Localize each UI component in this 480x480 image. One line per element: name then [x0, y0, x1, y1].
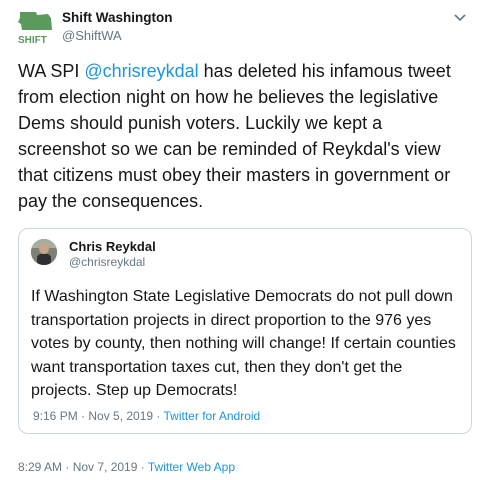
quoted-author-avatar[interactable] [31, 239, 57, 265]
quoted-source-link[interactable]: Twitter for Android [164, 409, 261, 423]
author-name[interactable]: Shift Washington [62, 10, 172, 25]
quoted-tweet-card[interactable]: Chris Reykdal @chrisreykdal If Washingto… [18, 228, 472, 434]
svg-text:SHIFT: SHIFT [18, 35, 47, 46]
chevron-down-icon [454, 14, 466, 22]
quoted-tweet-meta: 9:16 PM · Nov 5, 2019 · Twitter for Andr… [33, 409, 260, 423]
author-handle[interactable]: @ShiftWA [62, 28, 122, 43]
quoted-timestamp: 9:16 PM · Nov 5, 2019 · [33, 409, 164, 423]
quoted-tweet-text: If Washington State Legislative Democrat… [31, 288, 456, 399]
tweet-timestamp[interactable]: 8:29 AM · Nov 7, 2019 · [18, 460, 148, 474]
quoted-author-handle: @chrisreykdal [69, 255, 146, 269]
quoted-author-name: Chris Reykdal [69, 239, 156, 254]
tweet-text: WA SPI @chrisreykdal has deleted his inf… [18, 58, 468, 214]
shift-washington-logo: SHIFT [18, 12, 52, 46]
tweet-text-prefix: WA SPI [18, 61, 85, 81]
author-avatar[interactable]: SHIFT [14, 10, 58, 46]
mention-link[interactable]: @chrisreykdal [84, 61, 198, 81]
tweet-text-body: has deleted his infamous tweet from elec… [18, 61, 451, 211]
tweet-source-link[interactable]: Twitter Web App [148, 460, 235, 474]
tweet-meta: 8:29 AM · Nov 7, 2019 · Twitter Web App [18, 460, 235, 474]
more-options-button[interactable] [454, 10, 466, 22]
person-photo [31, 239, 57, 265]
